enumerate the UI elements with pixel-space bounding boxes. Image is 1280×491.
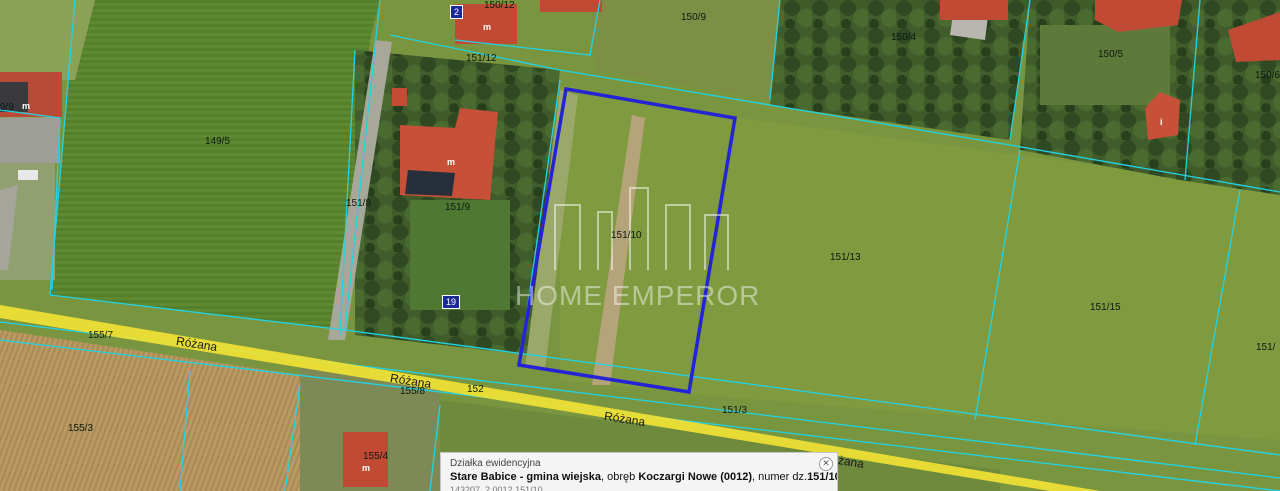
popup-title: Działka ewidencyjna bbox=[450, 458, 541, 469]
watermark: HOME EMPEROR bbox=[515, 280, 761, 311]
popup-description: Stare Babice - gmina wiejska, obręb Kocz… bbox=[450, 470, 837, 485]
separator: , obręb bbox=[601, 471, 639, 483]
address-badge: 2 bbox=[450, 5, 464, 19]
precinct-name: Koczargi Nowe (0012) bbox=[638, 471, 753, 483]
parcel-label[interactable]: 9/9 bbox=[0, 102, 14, 113]
close-icon[interactable]: ✕ bbox=[819, 457, 833, 471]
parcel-label[interactable]: 150/4 bbox=[891, 32, 916, 43]
parcel-label[interactable]: 151/12 bbox=[466, 53, 497, 64]
parcel-label[interactable]: 151/ bbox=[1256, 342, 1275, 353]
commune-name: Stare Babice - gmina wiejska bbox=[450, 471, 602, 483]
parcel-number: 151/10 bbox=[807, 471, 838, 483]
map-view[interactable]: HOME EMPEROR 150/12 150/9 150/4 150/5 15… bbox=[0, 0, 1280, 491]
parcel-info-popup: ✕ Działka ewidencyjna Stare Babice - gmi… bbox=[440, 452, 838, 491]
building-marker: m bbox=[483, 22, 492, 32]
parcel-id: 143207_2.0012.151/10 bbox=[450, 485, 543, 491]
parcel-label-selected[interactable]: 151/10 bbox=[611, 230, 642, 241]
parcel-label[interactable]: 150/9 bbox=[681, 12, 706, 23]
parcel-label[interactable]: 150/12 bbox=[484, 0, 515, 11]
building-marker: m bbox=[22, 101, 31, 111]
parcel-label[interactable]: 151/8 bbox=[346, 198, 371, 209]
separator: , numer dz. bbox=[752, 471, 808, 483]
parcel-label[interactable]: 151/15 bbox=[1090, 302, 1121, 313]
parcel-label[interactable]: 151/3 bbox=[722, 405, 747, 416]
address-badge: 19 bbox=[442, 295, 461, 309]
parcel-label[interactable]: 155/3 bbox=[68, 423, 93, 434]
parcel-label[interactable]: 155/7 bbox=[88, 330, 113, 341]
parcel-label[interactable]: 151/9 bbox=[445, 202, 470, 213]
parcel-label[interactable]: 149/5 bbox=[205, 136, 230, 147]
parcel-label[interactable]: 150/6 bbox=[1255, 70, 1280, 81]
parcel-label[interactable]: 150/5 bbox=[1098, 49, 1123, 60]
building-marker: m bbox=[362, 463, 371, 473]
building-marker: m bbox=[447, 157, 456, 167]
parcel-label[interactable]: 151/13 bbox=[830, 252, 861, 263]
parcel-label[interactable]: 155/4 bbox=[363, 451, 388, 462]
parcel-label[interactable]: 152 bbox=[467, 384, 484, 395]
building-marker: i bbox=[1160, 117, 1163, 127]
